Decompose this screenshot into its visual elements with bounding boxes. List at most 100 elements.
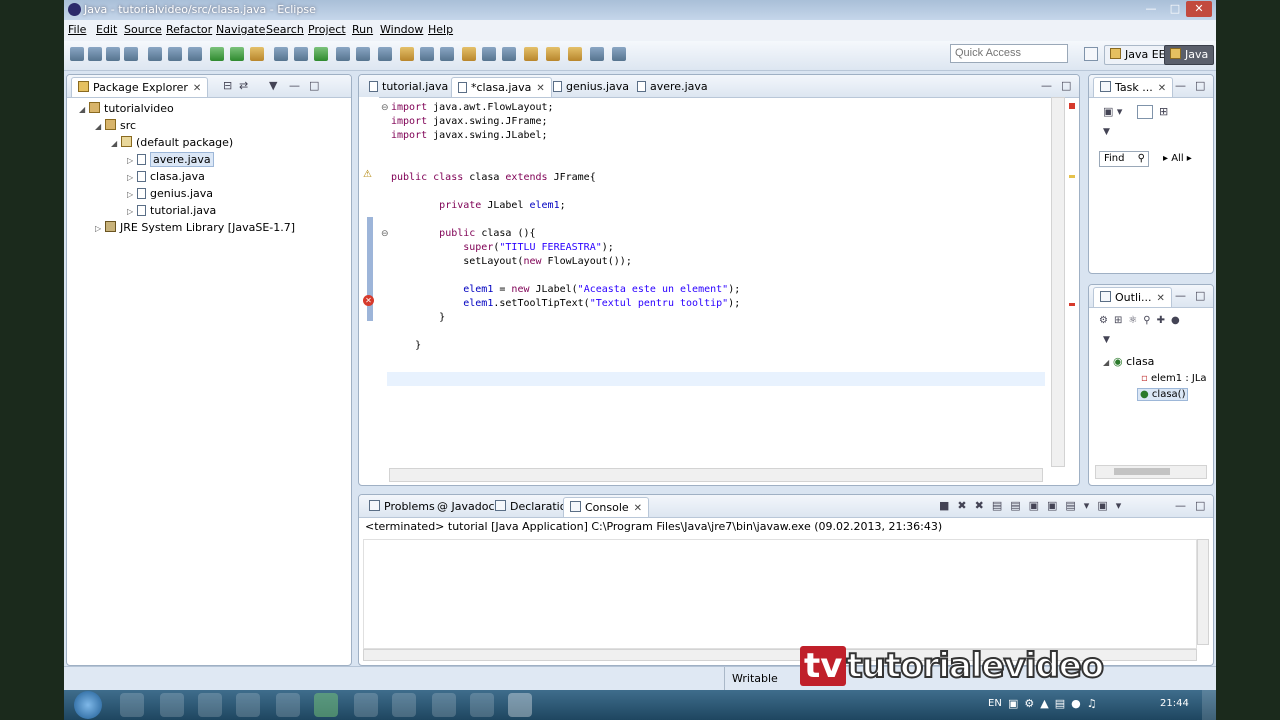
tree-item-default-package[interactable]: ◢ (default package) [111, 135, 233, 151]
menu-search[interactable]: Search [266, 23, 304, 36]
console-vertical-scrollbar[interactable] [1197, 539, 1209, 645]
forward-icon[interactable] [568, 47, 582, 61]
next-annotation-icon[interactable] [462, 47, 476, 61]
menu-file[interactable]: File [68, 23, 86, 36]
new-java-project-icon[interactable] [274, 47, 288, 61]
previous-annotation-icon[interactable] [482, 47, 496, 61]
clock[interactable]: 21:44 [1160, 698, 1189, 709]
tab-console[interactable]: Console ✕ [563, 497, 650, 517]
overview-warning-marker[interactable] [1069, 175, 1075, 178]
new-task-icon[interactable]: ▣ ▾ [1103, 105, 1122, 118]
pin-editor-icon[interactable] [502, 47, 516, 61]
minimize-view-icon[interactable]: — [1175, 289, 1186, 302]
perspective-java-button[interactable]: Java [1164, 45, 1215, 65]
ie-taskbar-icon[interactable] [160, 693, 184, 717]
toggle-mark-occurrences-icon[interactable] [400, 47, 414, 61]
collapse-all-icon[interactable]: ⊟ [223, 79, 232, 92]
messenger-taskbar-icon[interactable] [276, 693, 300, 717]
close-tab-icon[interactable]: ✕ [193, 83, 201, 94]
eclipse-taskbar-icon[interactable] [314, 693, 338, 717]
tab-task-list[interactable]: Task ... ✕ [1093, 77, 1174, 97]
outline-item-field[interactable]: ▫ elem1 : JLa [1141, 373, 1207, 384]
tree-item-jre-library[interactable]: ▷ JRE System Library [JavaSE-1.7] [95, 220, 295, 236]
collapse-arrow-icon[interactable]: ▷ [95, 221, 105, 237]
console-output[interactable] [363, 539, 1197, 649]
tab-genius-java[interactable]: genius.java [547, 77, 635, 96]
collapse-arrow-icon[interactable]: ▷ [127, 153, 137, 169]
outline-toolbar[interactable]: ⚙⊞⚛⚲✚● [1099, 315, 1186, 326]
error-icon[interactable]: ✕ [363, 295, 374, 306]
last-edit-location-icon[interactable] [524, 47, 538, 61]
collapse-arrow-icon[interactable]: ▷ [127, 187, 137, 203]
language-indicator[interactable]: EN [988, 698, 1002, 709]
tree-item-project[interactable]: ◢ tutorialvideo [79, 101, 174, 117]
flash-taskbar-icon[interactable] [236, 693, 260, 717]
console-toolbar[interactable]: ■✖✖▤▤▣▣▤▾▣▾ [939, 499, 1129, 512]
overview-error-marker[interactable] [1069, 103, 1075, 109]
explorer-taskbar-icon[interactable] [120, 693, 144, 717]
external-tools-icon[interactable] [250, 47, 264, 61]
outline-horizontal-scrollbar[interactable] [1095, 465, 1207, 479]
tree-item-clasa-java[interactable]: ▷ clasa.java [127, 169, 205, 185]
overview-error-marker[interactable] [1069, 303, 1075, 306]
view-menu-icon[interactable]: ▼ [1103, 335, 1110, 345]
task-find-input[interactable]: Find ⚲ [1099, 151, 1149, 167]
maximize-view-icon[interactable]: □ [1195, 79, 1205, 92]
menu-run[interactable]: Run [352, 23, 373, 36]
menu-help[interactable]: Help [428, 23, 453, 36]
tree-item-src[interactable]: ◢ src [95, 118, 136, 134]
calculator-taskbar-icon[interactable] [392, 693, 416, 717]
focus-icon[interactable]: ⊞ [1159, 105, 1168, 118]
maximize-view-icon[interactable]: □ [1061, 79, 1071, 92]
run-icon[interactable] [230, 47, 244, 61]
view-menu-icon[interactable]: ▼ [1103, 127, 1110, 137]
menu-navigate[interactable]: Navigate [216, 23, 265, 36]
scroll-thumb[interactable] [1114, 468, 1170, 475]
forward-dropdown-icon[interactable] [590, 47, 604, 61]
more-tools-icon[interactable] [612, 47, 626, 61]
back-icon[interactable] [546, 47, 560, 61]
menu-project[interactable]: Project [308, 23, 346, 36]
print-icon[interactable] [124, 47, 138, 61]
expand-arrow-icon[interactable]: ◢ [79, 102, 89, 118]
tab-avere-java[interactable]: avere.java [631, 77, 714, 96]
tab-package-explorer[interactable]: Package Explorer ✕ [71, 77, 209, 97]
media-taskbar-icon[interactable] [198, 693, 222, 717]
close-tab-icon[interactable]: ✕ [634, 503, 642, 514]
editor-horizontal-scrollbar[interactable] [389, 468, 1043, 482]
close-tab-icon[interactable]: ✕ [536, 83, 544, 94]
link-with-editor-icon[interactable]: ⇄ [239, 79, 248, 92]
expand-arrow-icon[interactable]: ◢ [95, 119, 105, 135]
save-all-icon[interactable] [106, 47, 120, 61]
minimize-view-icon[interactable]: — [289, 79, 300, 92]
show-whitespace-icon[interactable] [440, 47, 454, 61]
expand-arrow-icon[interactable]: ◢ [1103, 358, 1113, 367]
tree-item-genius-java[interactable]: ▷ genius.java [127, 186, 213, 202]
quick-access-input[interactable] [950, 44, 1068, 63]
search-icon[interactable] [378, 47, 392, 61]
start-button-icon[interactable] [74, 691, 102, 719]
new-icon[interactable] [70, 47, 84, 61]
view-menu-icon[interactable]: ▼ [269, 79, 277, 92]
new-package-icon[interactable] [294, 47, 308, 61]
fold-collapse-icon[interactable]: ⊖ [381, 229, 389, 239]
maximize-button[interactable]: □ [1162, 1, 1188, 17]
firefox-taskbar-icon[interactable] [432, 693, 456, 717]
open-type-icon[interactable] [336, 47, 350, 61]
minimize-view-icon[interactable]: — [1175, 499, 1186, 512]
new-server-icon[interactable] [168, 47, 182, 61]
chrome-taskbar-icon[interactable] [470, 693, 494, 717]
code-area[interactable]: import java.awt.FlowLayout; import javax… [391, 101, 740, 351]
tab-tutorial-java[interactable]: tutorial.java [363, 77, 454, 96]
minimize-view-icon[interactable]: — [1175, 79, 1186, 92]
minimize-button[interactable]: — [1138, 1, 1164, 17]
tab-problems[interactable]: Problems [363, 497, 441, 516]
categorize-icon[interactable] [1137, 105, 1153, 119]
menu-window[interactable]: Window [380, 23, 423, 36]
maximize-view-icon[interactable]: □ [1195, 499, 1205, 512]
publish-icon[interactable] [188, 47, 202, 61]
save-icon[interactable] [88, 47, 102, 61]
app-taskbar-icon[interactable] [354, 693, 378, 717]
close-tab-icon[interactable]: ✕ [1157, 293, 1165, 304]
menu-refactor[interactable]: Refactor [166, 23, 212, 36]
